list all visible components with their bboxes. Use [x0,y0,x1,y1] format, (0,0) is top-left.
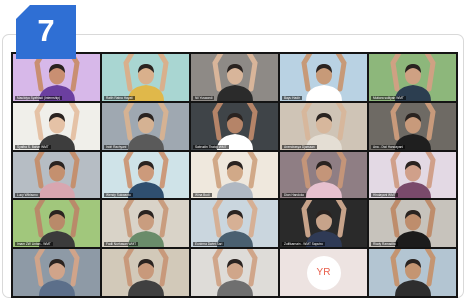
participant-tile[interactable] [369,249,456,296]
participant-name: Eunirma Dwiet Sari [193,242,225,247]
participant-figure [122,249,169,296]
participant-name: Maulidya Syafriadi (Internship) [15,95,63,100]
participant-tile[interactable]: Hindayani WMT [369,151,456,199]
participant-name: Syafira S. Bahar WMT [15,144,51,149]
participant-figure [122,102,169,150]
participant-tile[interactable]: Zulfikarnain - WMT Saputro [280,200,367,248]
participant-name: Dian Handoko [282,193,307,198]
participant-name: Riady Ramadita [371,242,398,247]
participant-name: Mutiara sulityah WMT [371,95,406,100]
participant-grid: Maulidya Syafriadi (Internship) Ratih Rat… [11,52,458,298]
participant-figure [389,151,436,199]
badge-number: 7 [37,13,55,48]
participant-figure [122,151,169,199]
participant-name: Wina Budi [193,193,212,198]
participant-tile[interactable]: Ana - Dwi Handayani [369,102,456,150]
participant-figure [122,200,169,248]
participant-tile[interactable]: Fadli Nurhasan WMT [102,200,189,248]
participant-tile[interactable] [102,249,189,296]
participant-tile[interactable] [13,249,100,296]
participant-name: Indri Rachyani [104,144,129,149]
participant-name: Bayu Hadir [282,95,302,100]
participant-tile[interactable]: Mutiara sulityah WMT [369,54,456,101]
participant-tile[interactable]: Dian Handoko [280,151,367,199]
participant-figure [122,54,169,101]
participant-figure [211,249,258,296]
participant-name: Zulfikarnain - WMT Saputro [282,242,325,247]
participant-figure [211,54,258,101]
participant-name: Imam ZW Lintan - WMT [15,242,53,247]
participant-figure [389,102,436,150]
participant-figure [211,200,258,248]
participant-tile[interactable]: YR [280,249,367,296]
participant-tile[interactable]: Sabrudin Tiratoji WMT [191,102,278,150]
participant-tile[interactable]: Anendrasya Djamaan [280,102,367,150]
participant-figure [211,151,258,199]
participant-name: Lucy Wibisono [15,193,40,198]
participant-figure [300,151,347,199]
participant-name: Ratih Ratna Hayati [104,95,135,100]
participant-name: Anendrasya Djamaan [282,144,317,149]
participant-figure [389,249,436,296]
participant-tile[interactable]: Nil Yuswardi [191,54,278,101]
participant-figure [33,151,80,199]
participant-tile[interactable]: Imam ZW Lintan - WMT [13,200,100,248]
participant-tile[interactable]: Syafira S. Bahar WMT [13,102,100,150]
participant-figure [300,102,347,150]
participant-tile[interactable]: Wendy Sukwanto [102,151,189,199]
participant-name: Hindayani WMT [371,193,398,198]
participant-tile[interactable]: Indri Rachyani [102,102,189,150]
participant-tile[interactable]: Ratih Ratna Hayati [102,54,189,101]
participant-tile[interactable]: Eunirma Dwiet Sari [191,200,278,248]
participant-name: Sabrudin Tiratoji WMT [193,144,229,149]
participant-tile[interactable]: Maulidya Syafriadi (Internship) [13,54,100,101]
participant-tile[interactable] [191,249,278,296]
participant-figure [300,200,347,248]
number-badge: 7 [16,5,76,59]
participant-name: Fadli Nurhasan WMT [104,242,139,247]
participant-figure [33,102,80,150]
participant-figure [389,200,436,248]
participant-name: Wendy Sukwanto [104,193,133,198]
participant-figure [211,102,258,150]
participant-figure [33,200,80,248]
participant-figure [33,249,80,296]
participant-figure [300,54,347,101]
participant-avatar-initials: YR [306,255,341,290]
participant-tile[interactable]: Bayu Hadir [280,54,367,101]
participant-name: Ana - Dwi Handayani [371,144,405,149]
participant-tile[interactable]: Riady Ramadita [369,200,456,248]
participant-name: Nil Yuswardi [193,95,215,100]
participant-tile[interactable]: Wina Budi [191,151,278,199]
participant-tile[interactable]: Lucy Wibisono [13,151,100,199]
participant-figure [389,54,436,101]
participant-figure [33,54,80,101]
